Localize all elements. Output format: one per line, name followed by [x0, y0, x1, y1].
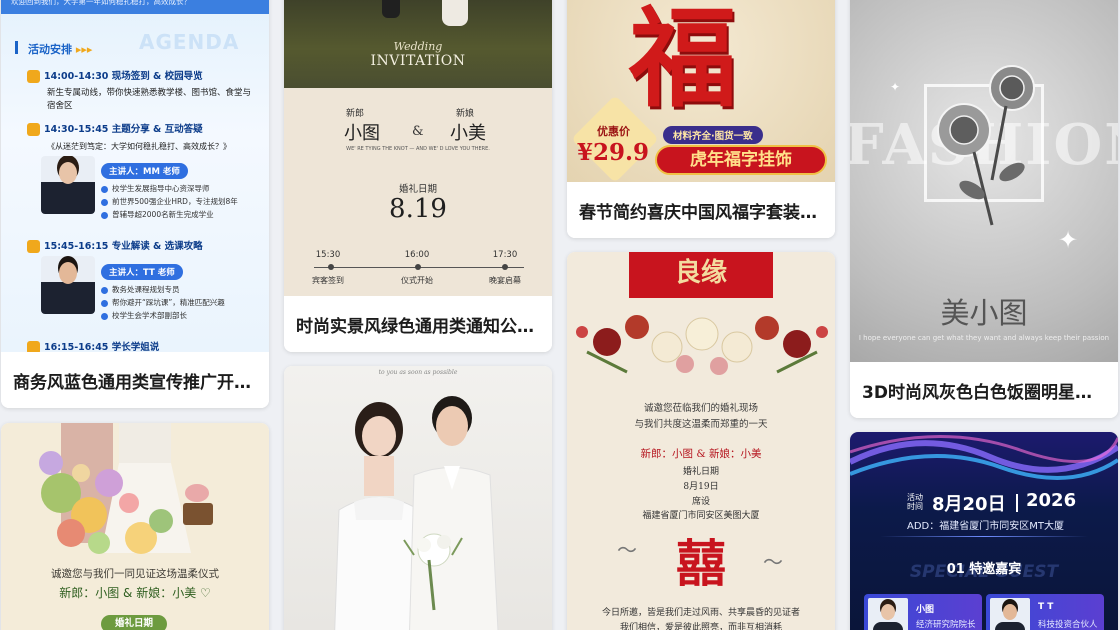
session-3: 15:45-16:15 专业解读 & 选课攻略	[27, 238, 255, 253]
speaker-photo-tt	[41, 256, 95, 314]
template-thumbnail: to you as soon as possible	[284, 366, 552, 630]
clock-icon	[27, 70, 40, 83]
template-thumbnail: 福 优惠价 ¥29.9 材料齐全·图货一致 虎年福字挂饰	[567, 0, 835, 182]
couple-names: 新郎：小图 & 新娘：小美 ♡	[59, 586, 211, 600]
template-card-green-wedding[interactable]: Wedding INVITATION 新郎 新娘 小图 & 小美 WE' RE …	[284, 0, 552, 352]
template-thumbnail: 欢迎回到我们，大学第一年如何稳扎稳打，高效成长？ 活动安排 ▸▸▸ AGENDA…	[1, 0, 269, 352]
card-title[interactable]: 时尚实景风绿色通用类通知公…	[284, 296, 552, 352]
tagline: WE' RE TYING THE KNOT — AND WE' D LOVE Y…	[346, 146, 490, 152]
couple-photo	[334, 396, 499, 630]
clock-icon	[27, 123, 40, 136]
template-thumbnail: 活动 时间 8月20日 2026 ADD：福建省厦门市同安区MT大厦 SPECI…	[850, 432, 1118, 630]
section-heading: 01 特邀嘉宾	[946, 562, 1022, 577]
floral-couple-illustration	[39, 423, 213, 554]
closing-line: 今日所邀，皆是我们走过风雨、共享晨昏的见证者	[601, 608, 800, 618]
guest-role: 科技投资合伙人	[1038, 620, 1098, 630]
speaker-bullets: 校学生发展指导中心资深导师 前世界500强企业HRD，专注规划8年 曾辅导超20…	[101, 182, 261, 221]
top-line: to you as soon as possible	[378, 369, 458, 376]
speaker-photo-mm	[41, 156, 95, 214]
price-value: ¥29.9	[577, 139, 650, 166]
brand-name: 美小图	[940, 296, 1028, 330]
template-thumbnail: Wedding INVITATION 新郎 新娘 小图 & 小美 WE' RE …	[284, 0, 552, 296]
card-title[interactable]: 商务风蓝色通用类宣传推广开…	[1, 352, 269, 408]
sparkle-icon: ✦	[890, 80, 901, 94]
guest-role: 经济研究院院长	[916, 620, 976, 630]
guest-name: 小图	[916, 605, 935, 615]
guest-card: T T 科技投资合伙人	[986, 594, 1104, 630]
fu-character: 福	[629, 0, 738, 122]
date-label-badge: 婚礼日期	[101, 615, 167, 630]
template-thumbnail: FASHION ✦ ✦ 美小图 I hope everyone can get …	[850, 0, 1118, 362]
template-thumbnail: 良缘 诚邀您莅临我们的婚礼现场 与我们共度这温柔而郑重的一天 新郎：小图 & 新…	[567, 252, 835, 630]
banner-text: 良缘	[674, 258, 727, 288]
venue-label: 席设	[691, 497, 710, 507]
price-label: 优惠价	[597, 125, 630, 138]
session-4: 16:15-16:45 学长学姐说	[27, 339, 255, 352]
timeline-time: 16:00	[404, 250, 430, 260]
section-marker	[15, 41, 18, 54]
date-label: 婚礼日期	[398, 184, 437, 195]
bride-name: 小美	[450, 123, 486, 144]
top-strip: 欢迎回到我们，大学第一年如何稳扎稳打，高效成长？	[1, 0, 269, 14]
timeline-time: 15:30	[315, 250, 341, 260]
event-year: 2026	[1026, 490, 1077, 511]
invite-line: 与我们共度这温柔而郑重的一天	[634, 419, 768, 430]
date-label: 婚礼日期	[682, 467, 719, 477]
template-card-3d-fashion[interactable]: FASHION ✦ ✦ 美小图 I hope everyone can get …	[850, 0, 1118, 418]
template-card-business-blue[interactable]: 欢迎回到我们，大学第一年如何稳扎稳打，高效成长？ 活动安排 ▸▸▸ AGENDA…	[1, 0, 269, 408]
double-happiness: 囍	[676, 534, 726, 593]
invite-line: 诚邀您莅临我们的婚礼现场	[643, 403, 758, 414]
timeline-label: 晚宴启幕	[489, 276, 521, 285]
wedding-date: 8.19	[389, 194, 447, 224]
invite-line: 诚邀您与我们一同见证这场温柔仪式	[51, 568, 219, 580]
session-2: 14:30-15:45 主题分享 & 互动答疑 《从迷茫到笃定：大学如何稳扎稳打…	[27, 121, 255, 153]
venue: 福建省厦门市同安区美图大厦	[642, 511, 760, 521]
session-1: 14:00-14:30 现场签到 & 校园导览 新生专属动线，带你快速熟悉教学楼…	[27, 68, 255, 113]
sparkle-icon: ✦	[1058, 226, 1079, 254]
light-wave	[850, 435, 1118, 480]
guest-card: 小图 经济研究院院长	[864, 594, 982, 630]
template-card-wedding-photo[interactable]: to you as soon as possible	[284, 366, 552, 630]
event-address: ADD：福建省厦门市同安区MT大厦	[907, 521, 1064, 532]
activity-label: 活动 时间	[907, 493, 923, 511]
ampersand: &	[412, 124, 424, 139]
bride-role: 新娘	[456, 109, 475, 119]
photo-banner: Wedding INVITATION	[284, 0, 552, 88]
speaker-bullets: 教务处课程规划专员 帮你避开“踩坑课”，精准匹配兴趣 校学生会学术部副部长	[101, 283, 261, 322]
address-divider	[880, 536, 1088, 537]
clock-icon	[27, 240, 40, 253]
card-title[interactable]: 3D时尚风灰色白色饭圈明星应…	[850, 362, 1118, 418]
speaker-pill: 主讲人：TT 老师	[101, 264, 183, 280]
card-title[interactable]: 春节简约喜庆中国风福字套装…	[567, 182, 835, 238]
date-divider	[1016, 494, 1018, 512]
template-thumbnail: 诚邀您与我们一同见证这场温柔仪式 新郎：小图 & 新娘：小美 ♡ 婚礼日期	[1, 423, 269, 630]
script-wedding: Wedding	[393, 40, 443, 53]
template-card-spring-festival[interactable]: 福 优惠价 ¥29.9 材料齐全·图货一致 虎年福字挂饰 春节简约喜庆中国风福字…	[567, 0, 835, 238]
tagline-pill: 材料齐全·图货一致	[663, 126, 763, 144]
clock-icon	[27, 341, 40, 352]
rose-icon	[937, 65, 1035, 226]
couple-names: 新郎：小图 & 新娘：小美	[640, 448, 762, 460]
template-card-tech-event[interactable]: 活动 时间 8月20日 2026 ADD：福建省厦门市同安区MT大厦 SPECI…	[850, 432, 1118, 630]
invite-body: 新郎 新娘 小图 & 小美 WE' RE TYING THE KNOT — AN…	[284, 88, 552, 296]
template-card-illustrated-wedding[interactable]: 诚邀您与我们一同见证这场温柔仪式 新郎：小图 & 新娘：小美 ♡ 婚礼日期	[1, 423, 269, 630]
speaker-pill: 主讲人：MM 老师	[101, 163, 188, 179]
timeline-label: 仪式开始	[401, 276, 433, 285]
groom-name: 小图	[344, 123, 380, 144]
brand-subline: I hope everyone can get what they want a…	[858, 334, 1110, 342]
guest-name: T T	[1038, 602, 1054, 612]
event-date: 8月20日	[932, 494, 1006, 515]
wedding-date: 8月19日	[683, 482, 719, 492]
groom-role: 新郎	[346, 109, 365, 119]
template-card-chinese-wedding[interactable]: 良缘 诚邀您莅临我们的婚礼现场 与我们共度这温柔而郑重的一天 新郎：小图 & 新…	[567, 252, 835, 630]
product-banner: 虎年福字挂饰	[655, 145, 827, 175]
section-heading: 活动安排 ▸▸▸	[28, 43, 93, 56]
closing-line: 我们相信，爱是彼此照亮，而非互相消耗	[619, 623, 782, 630]
timeline-label: 宾客签到	[312, 276, 344, 285]
section-watermark: AGENDA	[139, 30, 240, 54]
invitation-heading: INVITATION	[370, 53, 466, 69]
floral-decoration	[576, 315, 828, 375]
timeline-time: 17:30	[492, 250, 518, 260]
